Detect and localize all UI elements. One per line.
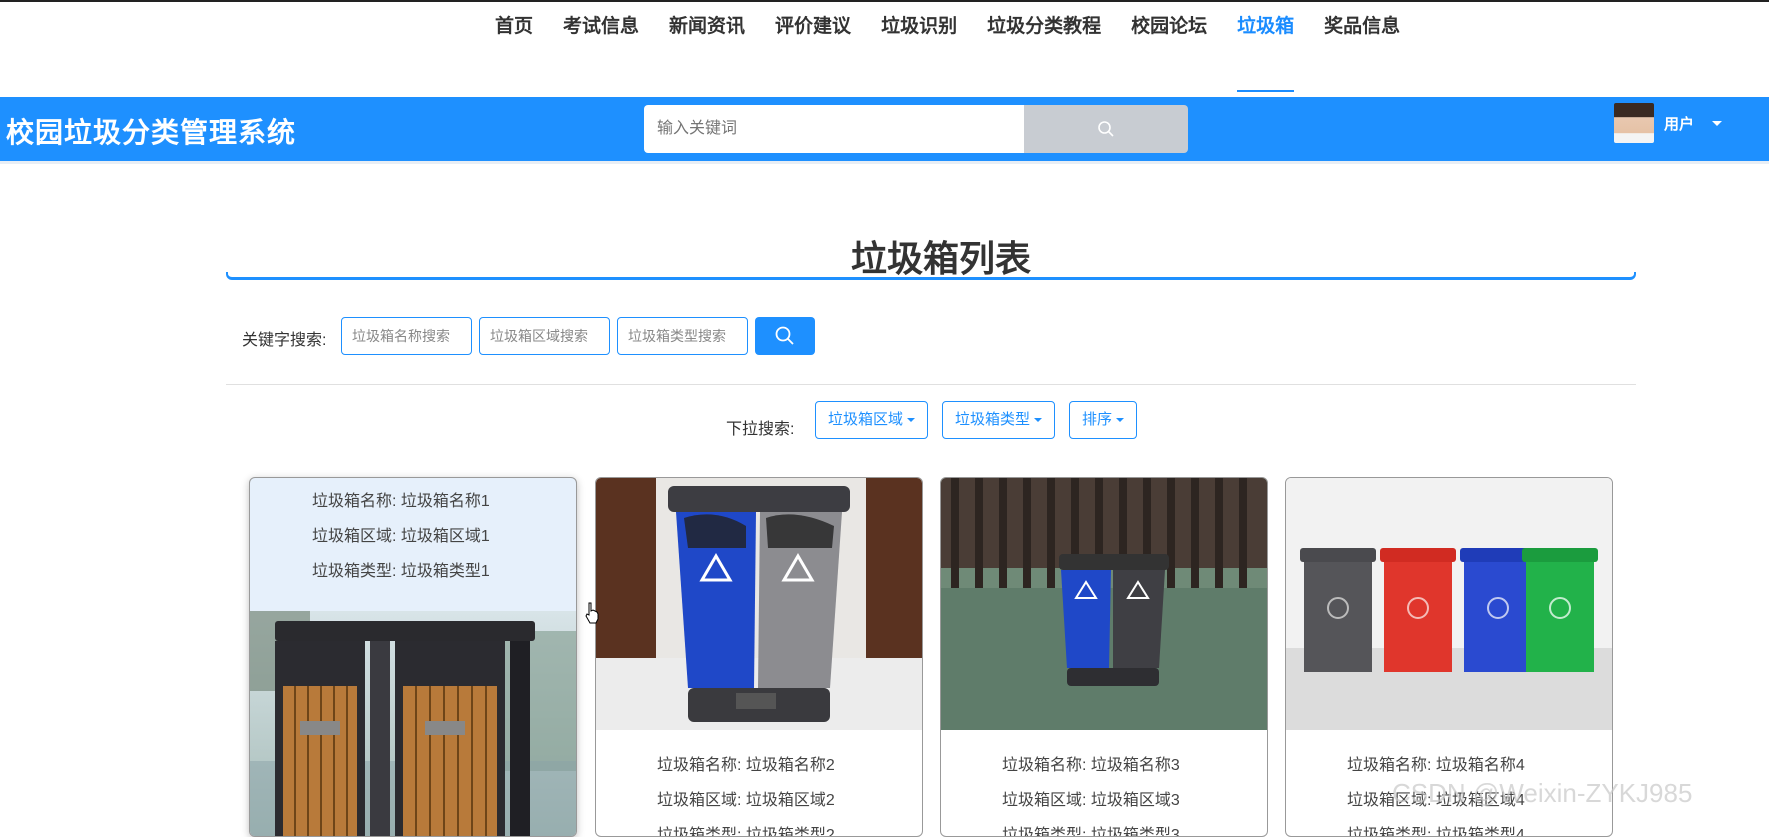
card-name: 垃圾箱名称4: [1435, 757, 1525, 774]
sort-dropdown[interactable]: 排序: [1069, 401, 1138, 439]
nav-item-news[interactable]: 新闻资讯: [654, 2, 760, 97]
card-name-row: 垃圾箱名称: 垃圾箱名称2: [657, 757, 835, 774]
keyword-search-button[interactable]: [755, 317, 815, 355]
bin-type-search-input[interactable]: 垃圾箱类型搜索: [617, 317, 748, 355]
header-shadow: [0, 161, 1769, 164]
card-name: 垃圾箱名称1: [400, 493, 490, 510]
area-dropdown-label: 垃圾箱区域: [828, 411, 904, 428]
card-info: 垃圾箱名称: 垃圾箱名称1 垃圾箱区域: 垃圾箱区域1 垃圾箱类型: 垃圾箱类型…: [312, 484, 490, 589]
search-icon: [775, 326, 794, 345]
header-bar: 校园垃圾分类管理系统 用户: [0, 97, 1769, 161]
dropdown-search-label: 下拉搜索:: [726, 421, 795, 438]
card-type: 垃圾箱类型3: [1090, 827, 1180, 837]
card-type: 垃圾箱类型1: [400, 563, 490, 580]
card-name: 垃圾箱名称2: [745, 757, 835, 774]
search-icon: [1098, 121, 1114, 137]
chevron-down-icon: [1034, 418, 1043, 423]
user-name: 用户: [1664, 115, 1695, 133]
card-type: 垃圾箱类型2: [745, 827, 835, 837]
nav-item-campus-forum[interactable]: 校园论坛: [1116, 2, 1222, 97]
card-image: [250, 611, 576, 836]
card-type-row: 垃圾箱类型: 垃圾箱类型2: [657, 818, 835, 837]
card-area-row: 垃圾箱区域: 垃圾箱区域3: [1002, 792, 1180, 809]
hand-cursor-icon: [585, 602, 599, 624]
user-menu[interactable]: 用户: [1614, 103, 1723, 143]
bin-area-search-input[interactable]: 垃圾箱区域搜索: [479, 317, 610, 355]
watermark: CSDN @Weixin-ZYKJ985: [1392, 778, 1693, 808]
divider: [226, 384, 1636, 385]
trash-bin-card[interactable]: 垃圾箱名称: 垃圾箱名称3 垃圾箱区域: 垃圾箱区域3 垃圾箱类型: 垃圾箱类型…: [940, 477, 1268, 837]
card-type-row: 垃圾箱类型: 垃圾箱类型3: [1002, 818, 1180, 837]
card-name: 垃圾箱名称3: [1090, 757, 1180, 774]
keyword-search-label: 关键字搜索:: [242, 332, 327, 349]
card-type: 垃圾箱类型4: [1435, 827, 1525, 837]
nav-item-prizes[interactable]: 奖品信息: [1309, 2, 1415, 97]
nav-item-garbage-recognition[interactable]: 垃圾识别: [866, 2, 972, 97]
sort-dropdown-label: 排序: [1082, 411, 1113, 428]
trash-bin-card[interactable]: 垃圾箱名称: 垃圾箱名称1 垃圾箱区域: 垃圾箱区域1 垃圾箱类型: 垃圾箱类型…: [249, 477, 577, 837]
card-name-row: 垃圾箱名称: 垃圾箱名称1: [312, 493, 490, 510]
nav-item-sorting-tutorial[interactable]: 垃圾分类教程: [972, 2, 1116, 97]
card-area: 垃圾箱区域3: [1090, 792, 1180, 809]
site-title: 校园垃圾分类管理系统: [6, 117, 297, 148]
card-area: 垃圾箱区域2: [745, 792, 835, 809]
nav-item-trash-bins[interactable]: 垃圾箱: [1222, 2, 1309, 97]
bin-name-search-input[interactable]: 垃圾箱名称搜索: [341, 317, 472, 355]
chevron-down-icon: [1116, 418, 1125, 423]
trash-bin-card[interactable]: 垃圾箱名称: 垃圾箱名称2 垃圾箱区域: 垃圾箱区域2 垃圾箱类型: 垃圾箱类型…: [595, 477, 923, 837]
nav-item-exam-info[interactable]: 考试信息: [548, 2, 654, 97]
nav-item-home[interactable]: 首页: [480, 2, 548, 97]
area-dropdown[interactable]: 垃圾箱区域: [815, 401, 929, 439]
card-name-row: 垃圾箱名称: 垃圾箱名称3: [1002, 757, 1180, 774]
type-dropdown[interactable]: 垃圾箱类型: [942, 401, 1056, 439]
card-area: 垃圾箱区域1: [400, 528, 490, 545]
type-dropdown-label: 垃圾箱类型: [955, 411, 1031, 428]
chevron-down-icon: [1712, 120, 1723, 126]
card-image: [941, 478, 1267, 730]
card-image: [596, 478, 922, 730]
header-search-input[interactable]: [644, 105, 1024, 153]
card-area-row: 垃圾箱区域: 垃圾箱区域2: [657, 792, 835, 809]
chevron-down-icon: [907, 418, 916, 423]
card-type-row: 垃圾箱类型: 垃圾箱类型1: [312, 563, 490, 580]
card-area-row: 垃圾箱区域: 垃圾箱区域1: [312, 528, 490, 545]
nav-item-feedback[interactable]: 评价建议: [760, 2, 866, 97]
avatar: [1614, 103, 1654, 143]
header-search-button[interactable]: [1024, 105, 1188, 153]
nav-list: 首页 考试信息 新闻资讯 评价建议 垃圾识别 垃圾分类教程 校园论坛 垃圾箱 奖…: [480, 2, 1415, 97]
top-navigation: 首页 考试信息 新闻资讯 评价建议 垃圾识别 垃圾分类教程 校园论坛 垃圾箱 奖…: [0, 2, 1769, 97]
card-type-row: 垃圾箱类型: 垃圾箱类型4: [1347, 818, 1525, 837]
title-underline: [226, 272, 1636, 280]
header-search: [644, 105, 1188, 153]
card-image: [1286, 478, 1612, 730]
